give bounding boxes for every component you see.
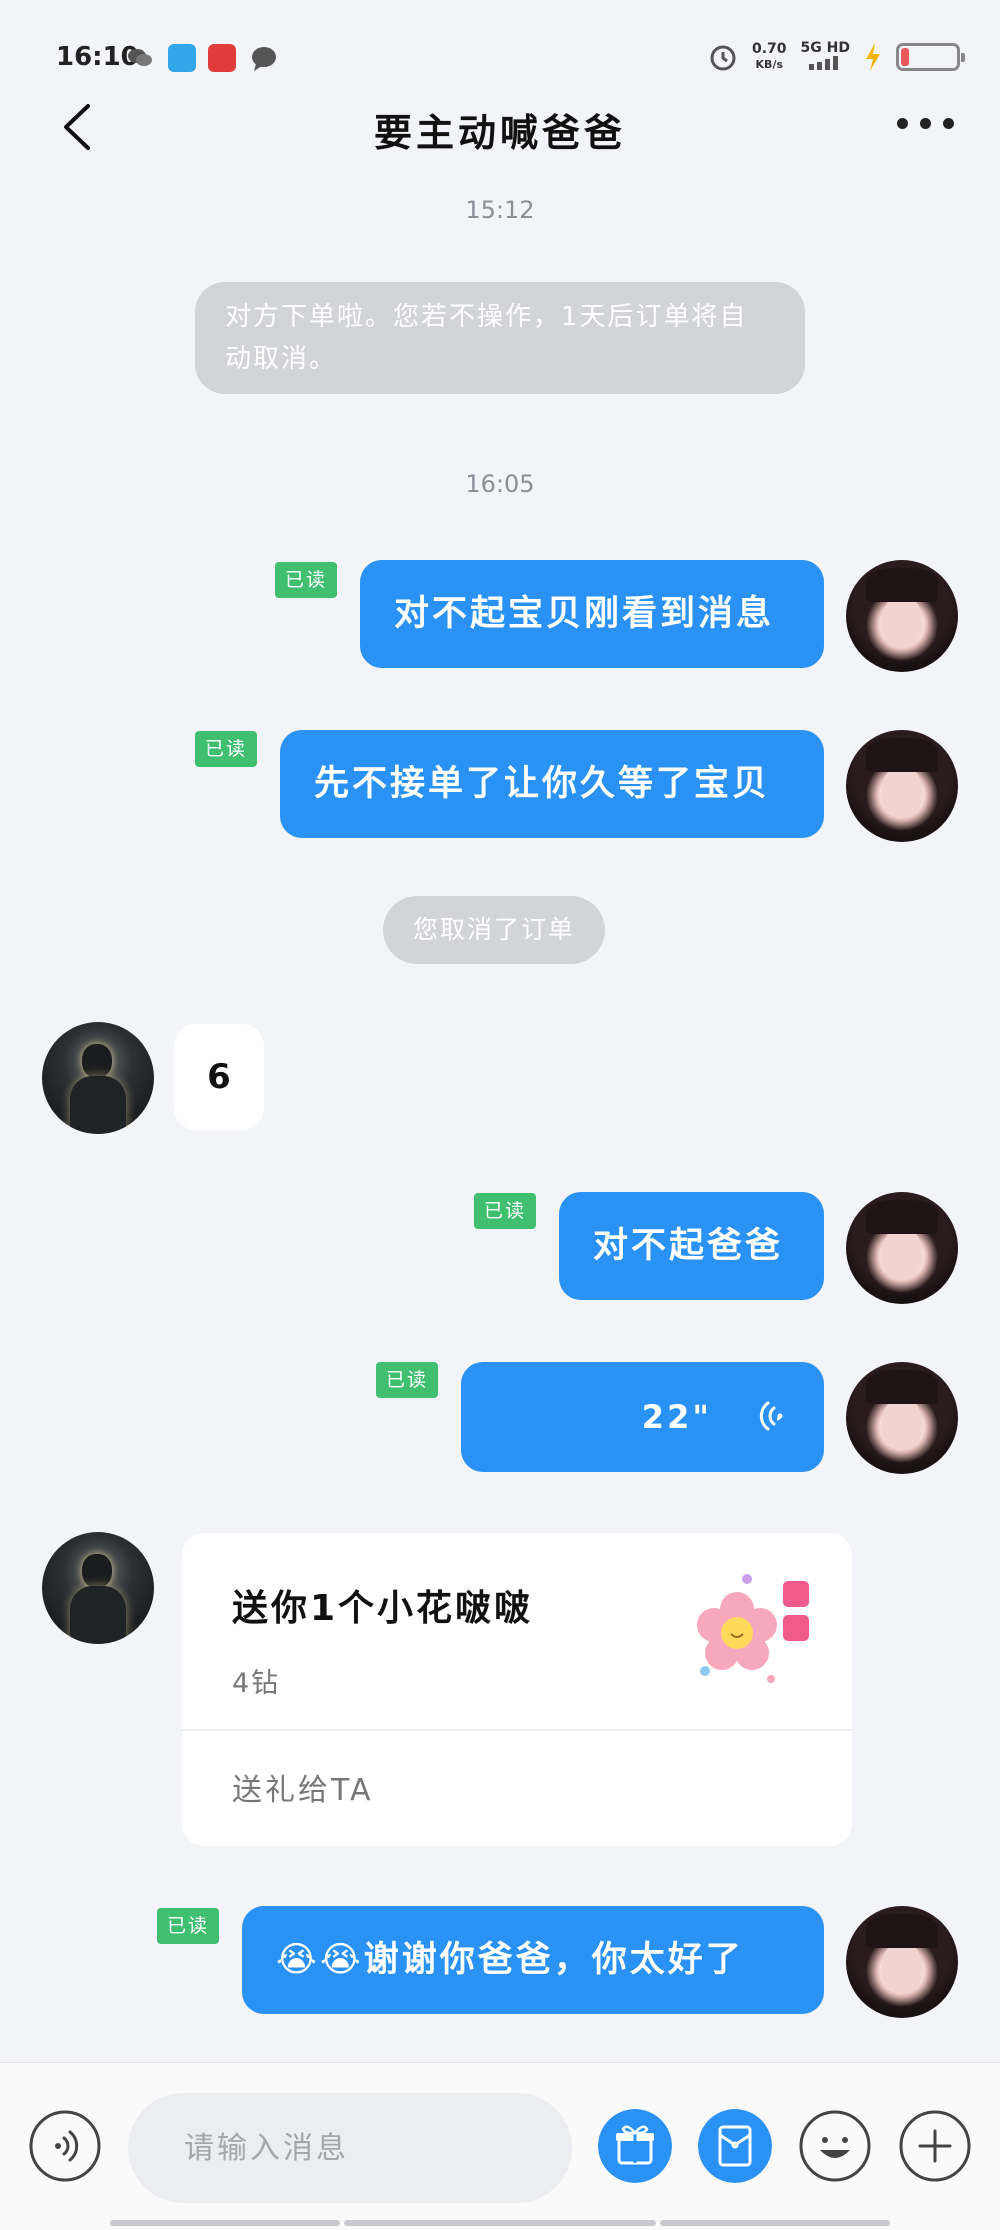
gift-title: 送你1个小花啵啵: [232, 1588, 534, 1629]
network-type: 5G HD: [801, 40, 850, 74]
flower-gift-image: [697, 1574, 809, 1683]
alarm-icon: [710, 45, 736, 71]
voice-duration: 22": [641, 1398, 712, 1436]
network-label: 5G HD: [800, 40, 850, 56]
timestamp: 16:05: [465, 470, 535, 498]
read-badge: 已读: [474, 1193, 536, 1229]
gift-icon[interactable]: [598, 2109, 672, 2183]
wechat-icon: [128, 49, 152, 66]
app-red-icon: [208, 44, 236, 72]
my-avatar[interactable]: [846, 1362, 958, 1474]
home-indicator: [110, 2220, 340, 2226]
home-indicator: [344, 2220, 656, 2226]
emoji-icon[interactable]: [798, 2109, 872, 2183]
read-badge: 已读: [275, 562, 337, 598]
contact-avatar[interactable]: [42, 1532, 154, 1644]
order-system-notice: 对方下单啦。您若不操作，1天后订单将自动取消。: [195, 282, 805, 394]
net-speed: 0.70 KB/s: [752, 41, 787, 73]
input-bar: [0, 2062, 1000, 2230]
my-avatar[interactable]: [846, 1192, 958, 1304]
chat-bubble-icon: [252, 47, 276, 71]
battery-icon: [896, 43, 965, 71]
net-speed-value: 0.70: [752, 41, 787, 57]
red-packet-icon[interactable]: [698, 2109, 772, 2183]
read-badge: 已读: [157, 1908, 219, 1944]
my-avatar[interactable]: [846, 730, 958, 842]
net-speed-unit: KB/s: [755, 58, 784, 71]
message-bubble-out[interactable]: 😭😭谢谢你爸爸，你太好了: [242, 1906, 824, 2014]
signal-icon: [808, 56, 838, 70]
status-right-group: 0.70 KB/s 5G HD: [708, 40, 965, 74]
chat-title: 要主动喊爸爸: [373, 111, 626, 155]
voice-message-bubble[interactable]: 22": [461, 1362, 824, 1472]
contact-avatar[interactable]: [42, 1022, 154, 1134]
timestamp: 15:12: [465, 196, 535, 224]
message-input[interactable]: [128, 2093, 572, 2203]
read-badge: 已读: [195, 731, 257, 767]
message-bubble-out[interactable]: 先不接单了让你久等了宝贝: [280, 730, 824, 838]
charging-icon: [866, 43, 880, 71]
read-badge: 已读: [376, 1362, 438, 1398]
app-blue-icon: [168, 44, 196, 72]
gift-price: 4钻: [232, 1668, 281, 1699]
battery-fill: [901, 48, 909, 66]
plus-icon[interactable]: [898, 2109, 972, 2183]
my-avatar[interactable]: [846, 560, 958, 672]
home-indicator: [660, 2220, 890, 2226]
message-bubble-in[interactable]: 6: [174, 1024, 264, 1130]
voice-wave-icon: [759, 1401, 783, 1431]
message-bubble-out[interactable]: 对不起宝贝刚看到消息: [360, 560, 824, 668]
message-bubble-out[interactable]: 对不起爸爸: [559, 1192, 824, 1300]
more-dots-icon[interactable]: [897, 118, 954, 129]
divider: [182, 1729, 852, 1731]
send-gift-button[interactable]: 送礼给TA: [232, 1765, 374, 1809]
voice-icon[interactable]: [28, 2109, 102, 2183]
gift-card[interactable]: 送你1个小花啵啵 4钻 送礼给TA: [182, 1533, 852, 1846]
cancel-order-notice: 您取消了订单: [383, 896, 606, 964]
my-avatar[interactable]: [846, 1906, 958, 2018]
chat-header: 要主动喊爸爸: [0, 92, 1000, 162]
